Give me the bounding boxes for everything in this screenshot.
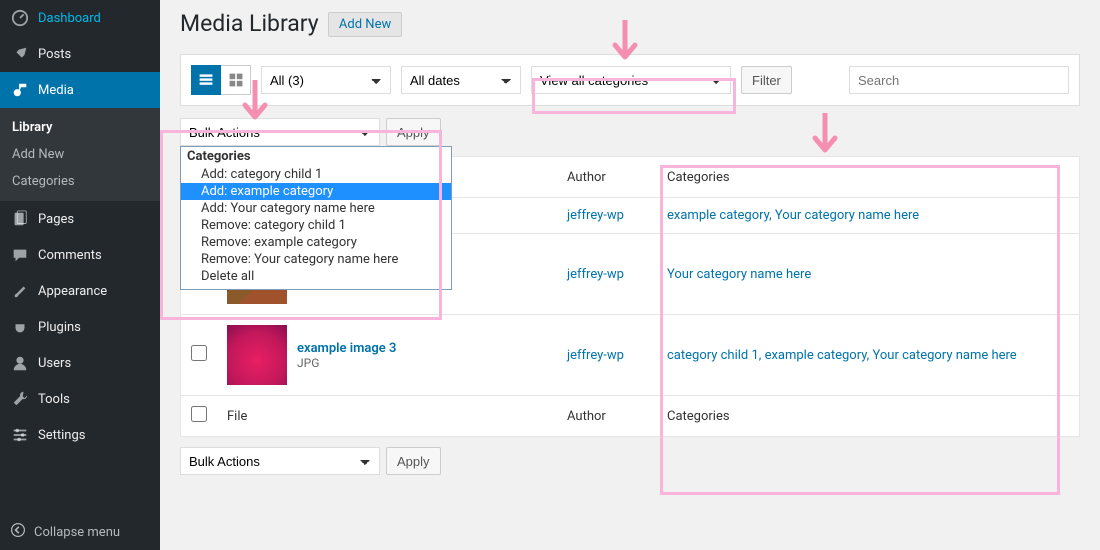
user-icon	[10, 353, 30, 373]
grid-view-button[interactable]	[221, 65, 251, 95]
admin-sidebar: Dashboard Posts Media Library Add New Ca…	[0, 0, 160, 550]
sidebar-item-posts[interactable]: Posts	[0, 36, 160, 72]
sidebar-item-dashboard[interactable]: Dashboard	[0, 0, 160, 36]
author-link[interactable]: jeffrey-wp	[567, 208, 624, 223]
collapse-menu[interactable]: Collapse menu	[0, 514, 160, 550]
sidebar-label: Pages	[38, 212, 74, 227]
bulk-actions-top: Bulk Actions Apply Categories Add: categ…	[180, 118, 1080, 146]
sliders-icon	[10, 425, 30, 445]
collapse-label: Collapse menu	[34, 525, 120, 540]
main-content: Media Library Add New All (3) All dates …	[160, 0, 1100, 550]
add-new-button[interactable]: Add New	[328, 12, 402, 37]
list-view-button[interactable]	[191, 65, 221, 95]
dropdown-option[interactable]: Remove: category child 1	[181, 217, 451, 234]
sidebar-label: Users	[38, 356, 71, 371]
collapse-icon	[10, 522, 26, 542]
sidebar-item-plugins[interactable]: Plugins	[0, 309, 160, 345]
sidebar-item-settings[interactable]: Settings	[0, 417, 160, 453]
media-submenu: Library Add New Categories	[0, 108, 160, 201]
dropdown-option[interactable]: Add: example category	[181, 183, 451, 200]
sidebar-label: Posts	[38, 47, 71, 62]
column-footer-file[interactable]: File	[217, 396, 557, 437]
type-filter-select[interactable]: All (3)	[261, 66, 391, 94]
wrench-icon	[10, 389, 30, 409]
category-links[interactable]: category child 1, example category, Your…	[667, 348, 1017, 363]
sidebar-label: Appearance	[38, 284, 107, 299]
author-link[interactable]: jeffrey-wp	[567, 267, 624, 282]
file-type: JPG	[297, 356, 396, 370]
row-checkbox[interactable]	[191, 345, 207, 361]
pin-icon	[10, 44, 30, 64]
submenu-categories[interactable]: Categories	[0, 168, 160, 195]
sidebar-label: Media	[38, 83, 74, 98]
sidebar-item-tools[interactable]: Tools	[0, 381, 160, 417]
filter-toolbar: All (3) All dates View all categories Fi…	[180, 54, 1080, 106]
column-header-author[interactable]: Author	[557, 157, 657, 198]
sidebar-item-users[interactable]: Users	[0, 345, 160, 381]
file-name-link[interactable]: example image 3	[297, 341, 396, 356]
comments-icon	[10, 245, 30, 265]
dropdown-option[interactable]: Add: Your category name here	[181, 200, 451, 217]
dropdown-option[interactable]: Add: category child 1	[181, 166, 451, 183]
brush-icon	[10, 281, 30, 301]
dashboard-icon	[10, 8, 30, 28]
category-filter-select[interactable]: View all categories	[531, 66, 731, 94]
submenu-add-new[interactable]: Add New	[0, 141, 160, 168]
submenu-library[interactable]: Library	[0, 114, 160, 141]
plug-icon	[10, 317, 30, 337]
category-links[interactable]: Your category name here	[667, 267, 811, 282]
author-link[interactable]: jeffrey-wp	[567, 348, 624, 363]
dropdown-option[interactable]: Remove: example category	[181, 234, 451, 251]
dropdown-option[interactable]: Remove: Your category name here	[181, 251, 451, 268]
bulk-actions-dropdown: Categories Add: category child 1 Add: ex…	[180, 146, 452, 290]
thumbnail[interactable]	[227, 325, 287, 385]
sidebar-label: Comments	[38, 248, 102, 263]
search-input[interactable]	[849, 66, 1069, 94]
pages-icon	[10, 209, 30, 229]
table-row: example image 3JPG jeffrey-wp category c…	[181, 315, 1080, 396]
select-all-checkbox-footer[interactable]	[191, 406, 207, 422]
sidebar-label: Plugins	[38, 320, 81, 335]
dropdown-option[interactable]: Delete all	[181, 268, 451, 285]
media-icon	[10, 80, 30, 100]
apply-button[interactable]: Apply	[386, 118, 441, 146]
column-footer-categories[interactable]: Categories	[657, 396, 1080, 437]
column-header-categories[interactable]: Categories	[657, 157, 1080, 198]
sidebar-item-pages[interactable]: Pages	[0, 201, 160, 237]
dropdown-group-label: Categories	[181, 147, 451, 166]
filter-button[interactable]: Filter	[741, 66, 792, 94]
sidebar-label: Tools	[38, 392, 70, 407]
sidebar-item-appearance[interactable]: Appearance	[0, 273, 160, 309]
sidebar-item-media[interactable]: Media	[0, 72, 160, 108]
bulk-actions-select[interactable]: Bulk Actions	[180, 118, 380, 146]
sidebar-item-comments[interactable]: Comments	[0, 237, 160, 273]
apply-button-bottom[interactable]: Apply	[386, 447, 441, 475]
sidebar-label: Settings	[38, 428, 85, 443]
column-footer-author[interactable]: Author	[557, 396, 657, 437]
page-title: Media Library	[180, 10, 319, 37]
sidebar-label: Dashboard	[38, 11, 101, 26]
bulk-actions-bottom: Bulk Actions Apply	[180, 447, 1080, 475]
category-links[interactable]: example category, Your category name her…	[667, 208, 919, 223]
view-toggle	[191, 65, 251, 95]
date-filter-select[interactable]: All dates	[401, 66, 521, 94]
bulk-actions-select-bottom[interactable]: Bulk Actions	[180, 447, 380, 475]
